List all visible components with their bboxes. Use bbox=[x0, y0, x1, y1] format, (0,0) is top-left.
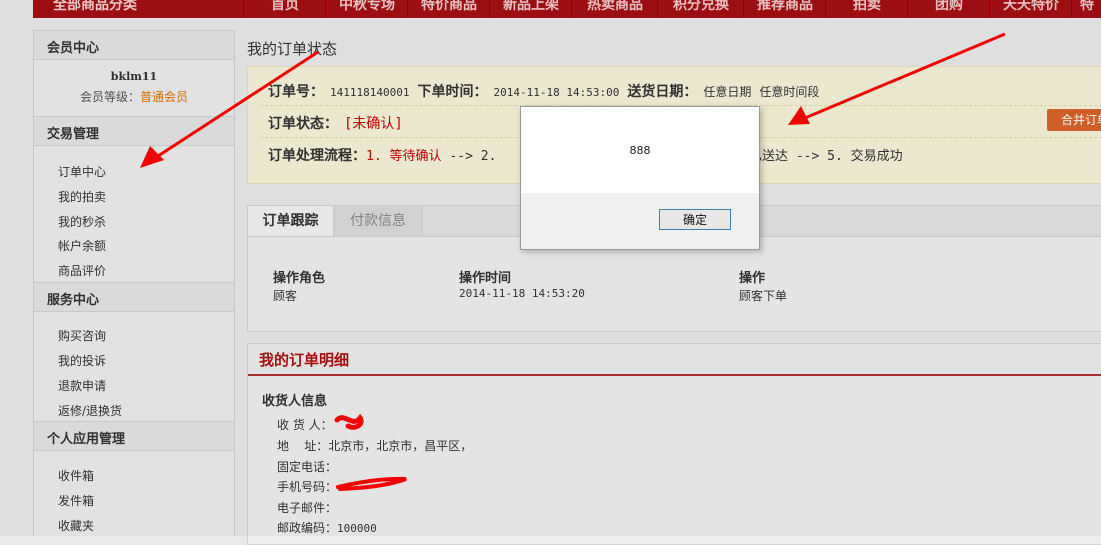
alert-message: 888 bbox=[629, 144, 651, 157]
modal-overlay bbox=[0, 0, 1101, 536]
ok-button[interactable]: 确定 bbox=[659, 209, 731, 230]
alert-dialog: 888 确定 bbox=[520, 106, 760, 250]
alert-dialog-body: 888 bbox=[521, 107, 759, 193]
